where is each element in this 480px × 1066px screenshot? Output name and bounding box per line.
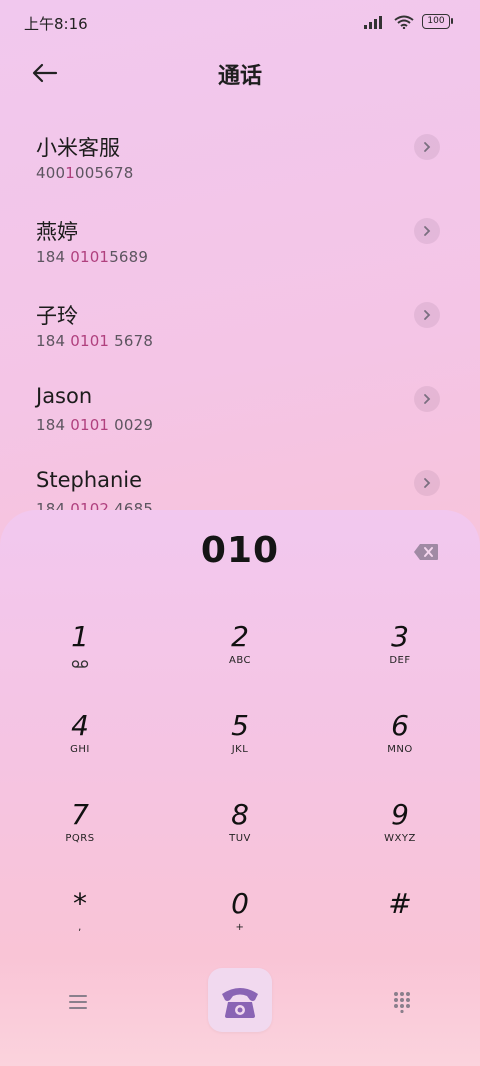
key-1[interactable]: 1 [20,620,140,690]
chevron-right-icon [424,226,431,236]
voicemail-icon [71,660,89,668]
keypad-toggle-button[interactable] [388,988,416,1016]
contact-detail-button[interactable] [414,470,440,496]
contact-name: 子玲 [36,304,78,328]
wifi-icon [394,15,414,29]
contact-number: 4001005678 [36,164,134,182]
contact-detail-button[interactable] [414,134,440,160]
key-4[interactable]: 4 GHI [20,709,140,779]
call-button[interactable] [208,968,272,1032]
list-item[interactable]: 燕婷 184 01015689 [0,202,480,286]
status-icons: 100 [364,14,453,29]
key-3[interactable]: 3 DEF [340,620,460,690]
contact-detail-button[interactable] [414,302,440,328]
key-8[interactable]: 8 TUV [180,798,300,868]
contact-number: 184 0101 0029 [36,416,154,434]
contact-name: 小米客服 [36,136,120,160]
dialpad-panel: 010 1 2 ABC 3 DEF 4 GHI 5 JKL 6 MNO 7 PQ… [0,510,480,1066]
chevron-right-icon [424,310,431,320]
battery-icon: 100 [422,14,453,29]
header: 通话 [0,50,480,94]
dialpad-bottom-bar [0,968,480,1038]
contact-detail-button[interactable] [414,386,440,412]
contact-name: Jason [36,384,93,408]
key-5[interactable]: 5 JKL [180,709,300,779]
key-hash[interactable]: # [340,887,460,957]
key-7[interactable]: 7 PQRS [20,798,140,868]
contact-name: Stephanie [36,468,143,492]
key-9[interactable]: 9 WXYZ [340,798,460,868]
chevron-right-icon [424,478,431,488]
keypad-icon [394,992,410,1013]
signal-icon [364,15,382,29]
contact-name: 燕婷 [36,220,78,244]
phone-icon [222,988,258,1018]
backspace-button[interactable] [410,540,442,564]
backspace-icon [414,544,438,560]
list-item[interactable]: Jason 184 0101 0029 [0,370,480,454]
menu-icon [69,995,87,1009]
list-item[interactable]: 子玲 184 0101 5678 [0,286,480,370]
key-2[interactable]: 2 ABC [180,620,300,690]
dialed-number: 010 [200,530,280,571]
chevron-right-icon [424,394,431,404]
key-0[interactable]: 0 + [180,887,300,957]
list-item[interactable]: Stephanie 184 0102 4685 [0,454,480,518]
contact-number: 184 01015689 [36,248,149,266]
status-time: 上午8:16 [24,15,88,33]
contact-detail-button[interactable] [414,218,440,244]
contact-results-list: 小米客服 4001005678 燕婷 184 01015689 子玲 184 0… [0,118,480,518]
key-6[interactable]: 6 MNO [340,709,460,779]
contact-number: 184 0101 5678 [36,332,154,350]
list-item[interactable]: 小米客服 4001005678 [0,118,480,202]
status-bar: 上午8:16 100 [0,0,480,46]
page-title: 通话 [217,64,262,89]
menu-button[interactable] [64,988,92,1016]
key-star[interactable]: * , [20,887,140,957]
chevron-right-icon [424,142,431,152]
